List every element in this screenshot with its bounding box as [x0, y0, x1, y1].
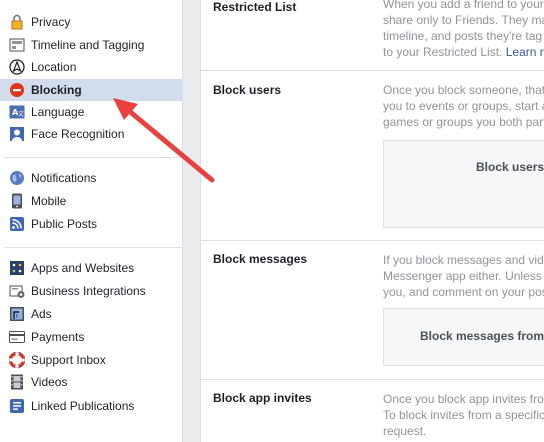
section-description: When you add a friend to your share only… [383, 0, 544, 60]
sidebar-item-label: Videos [31, 375, 68, 389]
business-gear-icon [9, 283, 25, 299]
section-divider [201, 379, 544, 380]
sidebar-item-label: Privacy [31, 15, 71, 29]
section-title: Block messages [213, 252, 308, 266]
sidebar-item-privacy[interactable]: Privacy [0, 11, 183, 33]
sidebar-item-linked-publications[interactable]: Linked Publications [0, 395, 183, 417]
sidebar-divider [4, 247, 183, 248]
sidebar-item-label: Location [31, 60, 77, 74]
block-users-box: Block users [383, 140, 544, 228]
sidebar-item-mobile[interactable]: Mobile [0, 190, 183, 212]
sidebar-item-label: Notifications [31, 171, 97, 185]
block-users-label[interactable]: Block users [476, 160, 544, 174]
mobile-icon [9, 193, 25, 209]
learn-more-link[interactable]: Learn m [506, 45, 544, 59]
section-divider [201, 70, 544, 71]
lock-icon [9, 14, 25, 30]
block-messages-box: Block messages from [383, 308, 544, 366]
svg-text:文: 文 [18, 110, 24, 118]
settings-sidebar: Privacy Timeline and Tagging Location Bl… [0, 0, 183, 442]
sidebar-item-label: Payments [31, 330, 85, 344]
section-description: Once you block app invites fro To block … [383, 392, 544, 438]
sidebar-item-public-posts[interactable]: Public Posts [0, 213, 183, 235]
section-description: If you block messages and vid Messenger … [383, 253, 544, 299]
sidebar-item-label: Support Inbox [31, 353, 106, 367]
sidebar-item-support-inbox[interactable]: Support Inbox [0, 349, 183, 371]
section-description: Once you block someone, that you to even… [383, 83, 544, 129]
sidebar-item-label: Business Integrations [31, 284, 146, 298]
publications-icon [9, 398, 25, 414]
sidebar-item-label: Face Recognition [31, 127, 125, 141]
ads-icon: f [9, 306, 25, 322]
sidebar-item-face-recognition[interactable]: Face Recognition [0, 123, 183, 145]
sidebar-item-ads[interactable]: f Ads [0, 303, 183, 325]
sidebar-divider [4, 157, 183, 158]
rss-icon [9, 216, 25, 232]
sidebar-item-label: Public Posts [31, 217, 98, 231]
sidebar-item-timeline-and-tagging[interactable]: Timeline and Tagging [0, 34, 183, 56]
sidebar-item-label: Mobile [31, 194, 67, 208]
face-recognition-icon [9, 126, 25, 142]
sidebar-item-label: Timeline and Tagging [31, 38, 145, 52]
sidebar-item-label: Language [31, 105, 85, 119]
payments-card-icon [9, 329, 25, 345]
svg-text:f: f [16, 314, 18, 320]
blocking-icon [9, 82, 25, 98]
sidebar-item-label: Blocking [31, 83, 82, 97]
globe-icon [9, 170, 25, 186]
timeline-icon [9, 37, 25, 53]
apps-icon [9, 260, 25, 276]
block-messages-label[interactable]: Block messages from [420, 329, 544, 343]
sidebar-item-location[interactable]: Location [0, 56, 183, 78]
sidebar-item-blocking[interactable]: Blocking [0, 79, 183, 101]
section-title: Block app invites [213, 391, 312, 405]
section-divider [201, 240, 544, 241]
sidebar-item-label: Ads [31, 307, 52, 321]
section-title: Block users [213, 83, 282, 97]
sidebar-item-apps-and-websites[interactable]: Apps and Websites [0, 257, 183, 279]
sidebar-item-notifications[interactable]: Notifications [0, 167, 183, 189]
film-icon [9, 374, 25, 390]
lifebuoy-icon [9, 352, 25, 368]
sidebar-item-label: Linked Publications [31, 399, 135, 413]
sidebar-item-business-integrations[interactable]: Business Integrations [0, 280, 183, 302]
location-icon [9, 59, 25, 75]
blocking-settings-panel: Restricted List When you add a friend to… [200, 0, 544, 442]
sidebar-item-language[interactable]: A文 Language [0, 101, 183, 123]
sidebar-item-payments[interactable]: Payments [0, 326, 183, 348]
language-icon: A文 [9, 104, 25, 120]
section-title: Restricted List [213, 0, 297, 14]
sidebar-item-label: Apps and Websites [31, 261, 135, 275]
sidebar-item-videos[interactable]: Videos [0, 371, 183, 393]
